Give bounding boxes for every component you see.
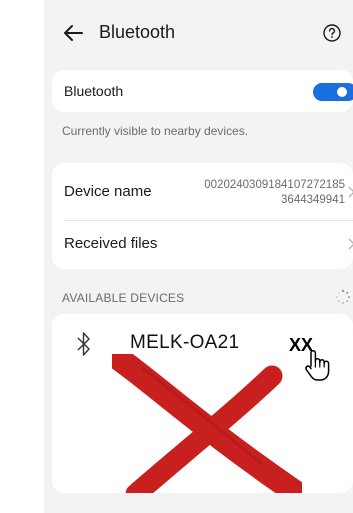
header: Bluetooth xyxy=(44,0,353,64)
bluetooth-toggle-row[interactable]: Bluetooth xyxy=(52,70,353,112)
bluetooth-switch[interactable] xyxy=(313,83,353,101)
back-arrow-icon[interactable] xyxy=(62,22,84,44)
settings-screen: Bluetooth Bluetooth Currently visible to… xyxy=(44,0,353,513)
device-name: MELK-OA21 xyxy=(130,332,240,353)
available-devices-title: AVAILABLE DEVICES xyxy=(62,291,185,305)
divider xyxy=(64,220,353,221)
page-title: Bluetooth xyxy=(99,22,176,42)
switch-knob xyxy=(337,87,347,97)
hand-pointer-icon xyxy=(305,350,330,381)
bluetooth-icon xyxy=(77,332,90,356)
bluetooth-label: Bluetooth xyxy=(64,83,124,99)
chevron-right-icon xyxy=(348,238,353,250)
help-icon[interactable] xyxy=(323,24,341,42)
received-files-label: Received files xyxy=(64,235,158,252)
device-settings-card: Device name 0020240309184107272185 36443… xyxy=(52,163,353,269)
device-name-label: Device name xyxy=(64,183,152,200)
device-name-value: 0020240309184107272185 3644349941 xyxy=(204,179,345,206)
loading-spinner-icon xyxy=(336,289,350,304)
available-device-item[interactable]: MELK-OA21 XX xyxy=(52,314,353,493)
visibility-note: Currently visible to nearby devices. xyxy=(62,124,249,138)
red-x-mark xyxy=(112,354,302,493)
chevron-right-icon xyxy=(348,186,353,198)
